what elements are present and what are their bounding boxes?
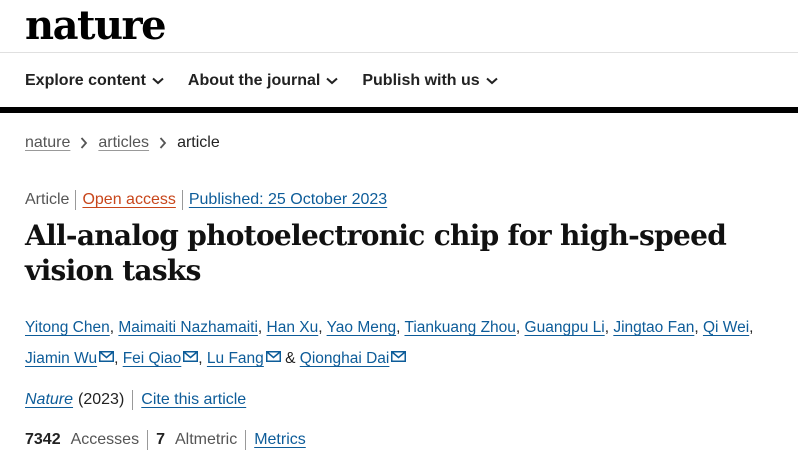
meta-divider bbox=[181, 190, 183, 210]
chevron-down-icon bbox=[486, 77, 498, 85]
chevron-down-icon bbox=[326, 77, 339, 85]
author-link[interactable]: Lu Fang bbox=[207, 350, 264, 367]
chevron-down-icon bbox=[152, 77, 164, 85]
journal-link[interactable]: Nature bbox=[25, 391, 73, 409]
breadcrumb-current: article bbox=[177, 134, 220, 151]
mail-icon[interactable] bbox=[183, 351, 199, 362]
author-link[interactable]: Yao Meng bbox=[327, 319, 397, 336]
author-link[interactable]: Qionghai Dai bbox=[300, 350, 390, 367]
open-access-link[interactable]: Open access bbox=[82, 191, 175, 209]
author-link[interactable]: Qi Wei bbox=[703, 319, 749, 336]
main-nav: Explore content About the journal Publis… bbox=[25, 70, 522, 92]
citation-line: Nature (2023) Cite this article bbox=[25, 390, 246, 410]
chevron-right-icon bbox=[159, 137, 167, 149]
author-link[interactable]: Han Xu bbox=[267, 319, 319, 336]
author-link[interactable]: Jingtao Fan bbox=[613, 319, 694, 336]
accesses-label: Accesses bbox=[70, 431, 140, 448]
chevron-right-icon bbox=[80, 137, 88, 149]
altmetric-label: Altmetric bbox=[174, 431, 238, 448]
nav-explore-content-label: Explore content bbox=[25, 72, 146, 89]
author-link[interactable]: Maimaiti Nazhamaiti bbox=[118, 319, 258, 336]
nav-explore-content[interactable]: Explore content bbox=[25, 70, 164, 92]
nav-about-journal-label: About the journal bbox=[187, 72, 321, 89]
header-divider bbox=[0, 52, 798, 53]
metrics-link[interactable]: Metrics bbox=[254, 431, 306, 449]
author-link[interactable]: Jiamin Wu bbox=[25, 350, 97, 367]
metrics-bar: 7342 Accesses 7 Altmetric Metrics bbox=[25, 430, 306, 450]
metrics-divider bbox=[245, 430, 247, 450]
article-title: All-analog photoelectronic chip for high… bbox=[25, 219, 727, 287]
altmetric-count: 7 bbox=[156, 431, 165, 448]
metrics-divider bbox=[147, 430, 149, 450]
author-link[interactable]: Guangpu Li bbox=[525, 319, 605, 336]
published-date-link[interactable]: Published: 25 October 2023 bbox=[189, 191, 387, 209]
meta-divider bbox=[75, 190, 77, 210]
author-list: Yitong Chen, Maimaiti Nazhamaiti, Han Xu… bbox=[25, 319, 754, 367]
nav-about-journal[interactable]: About the journal bbox=[187, 70, 339, 92]
article-meta: Article Open access Published: 25 Octobe… bbox=[25, 190, 387, 210]
nature-logo[interactable]: nature bbox=[25, 2, 167, 50]
mail-icon[interactable] bbox=[99, 351, 115, 362]
accesses-count: 7342 bbox=[25, 431, 61, 448]
mail-icon[interactable] bbox=[391, 351, 407, 362]
author-link[interactable]: Fei Qiao bbox=[123, 350, 182, 367]
author-link[interactable]: Tiankuang Zhou bbox=[404, 319, 515, 336]
nav-publish-with-us-label: Publish with us bbox=[362, 72, 480, 89]
mail-icon[interactable] bbox=[265, 351, 281, 362]
nav-publish-with-us[interactable]: Publish with us bbox=[362, 70, 498, 92]
citation-divider bbox=[132, 390, 134, 410]
citation-year: (2023) bbox=[78, 391, 125, 408]
breadcrumb: nature articles article bbox=[25, 134, 220, 152]
breadcrumb-nature[interactable]: nature bbox=[25, 134, 70, 152]
cite-article-link[interactable]: Cite this article bbox=[141, 391, 246, 409]
breadcrumb-articles[interactable]: articles bbox=[98, 134, 149, 152]
author-link[interactable]: Yitong Chen bbox=[25, 319, 110, 336]
nav-divider bbox=[0, 107, 798, 113]
article-type: Article bbox=[25, 191, 70, 208]
